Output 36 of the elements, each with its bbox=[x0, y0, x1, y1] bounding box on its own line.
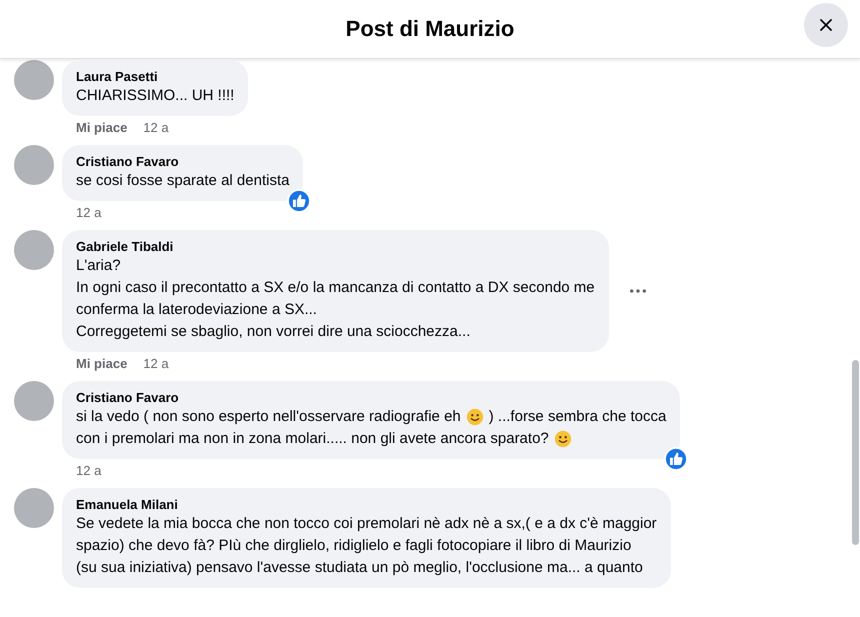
comment-time[interactable]: 12 a bbox=[143, 356, 169, 372]
comment-time[interactable]: 12 a bbox=[76, 205, 102, 221]
like-reaction-icon[interactable] bbox=[287, 189, 312, 213]
scrollbar-thumb[interactable] bbox=[852, 360, 859, 545]
author-name[interactable]: Laura Pasetti bbox=[76, 68, 234, 85]
smiley-icon bbox=[554, 430, 572, 448]
avatar-placeholder[interactable] bbox=[14, 488, 54, 528]
comment-text: spazio) che devo fà? PIù che dirglielo, ridiglielo e fagli fotocopiare il libro di Maurizio bbox=[76, 536, 632, 556]
comment-time[interactable]: 12 a bbox=[143, 120, 169, 136]
close-button[interactable] bbox=[804, 3, 848, 47]
comment-text: con i premolari ma non in zona molari..... non gli avete ancora sparato? bbox=[76, 429, 549, 449]
comment-text: Se vedete la mia bocca che non tocco coi premolari nè adx nè a sx,( e a dx c'è maggior bbox=[76, 514, 657, 534]
like-link[interactable]: Mi piace bbox=[76, 120, 128, 136]
avatar-placeholder[interactable] bbox=[14, 145, 54, 185]
author-name[interactable]: Emanuela Milani bbox=[76, 496, 657, 513]
avatar-placeholder[interactable] bbox=[14, 230, 54, 270]
comment-text: si la vedo ( non sono esperto nell'osservare radiografie eh bbox=[76, 407, 461, 427]
author-name[interactable]: Cristiano Favaro bbox=[76, 389, 666, 406]
author-name[interactable]: Gabriele Tibaldi bbox=[76, 238, 595, 255]
avatar-placeholder[interactable] bbox=[14, 381, 54, 421]
post-title: Post di Maurizio bbox=[346, 16, 514, 42]
comment-text: L'aria? bbox=[76, 256, 121, 276]
more-icon bbox=[630, 289, 646, 293]
comment-time[interactable]: 12 a bbox=[76, 463, 102, 479]
comment-text: se cosi fosse sparate al dentista bbox=[76, 171, 290, 191]
comment-text: ) ...forse sembra che tocca bbox=[488, 407, 666, 427]
comment-text: Correggetemi se sbaglio, non vorrei dire una sciocchezza... bbox=[76, 322, 470, 342]
like-link[interactable]: Mi piace bbox=[76, 356, 128, 372]
comment-text: CHIARISSIMO... UH !!!! bbox=[76, 86, 234, 106]
comment-text: In ogni caso il precontatto a SX e/o la mancanza di contatto a DX secondo me bbox=[76, 278, 595, 298]
comment-text: conferma la laterodeviazione a SX... bbox=[76, 300, 317, 320]
avatar-placeholder[interactable] bbox=[14, 60, 54, 100]
author-name[interactable]: Cristiano Favaro bbox=[76, 153, 290, 170]
comment-text: (su sua iniziativa) pensavo l'avesse studiata un pò meglio, l'occlusione ma... a quanto bbox=[76, 558, 643, 578]
smiley-icon bbox=[466, 408, 484, 426]
like-reaction-icon[interactable] bbox=[664, 447, 688, 471]
